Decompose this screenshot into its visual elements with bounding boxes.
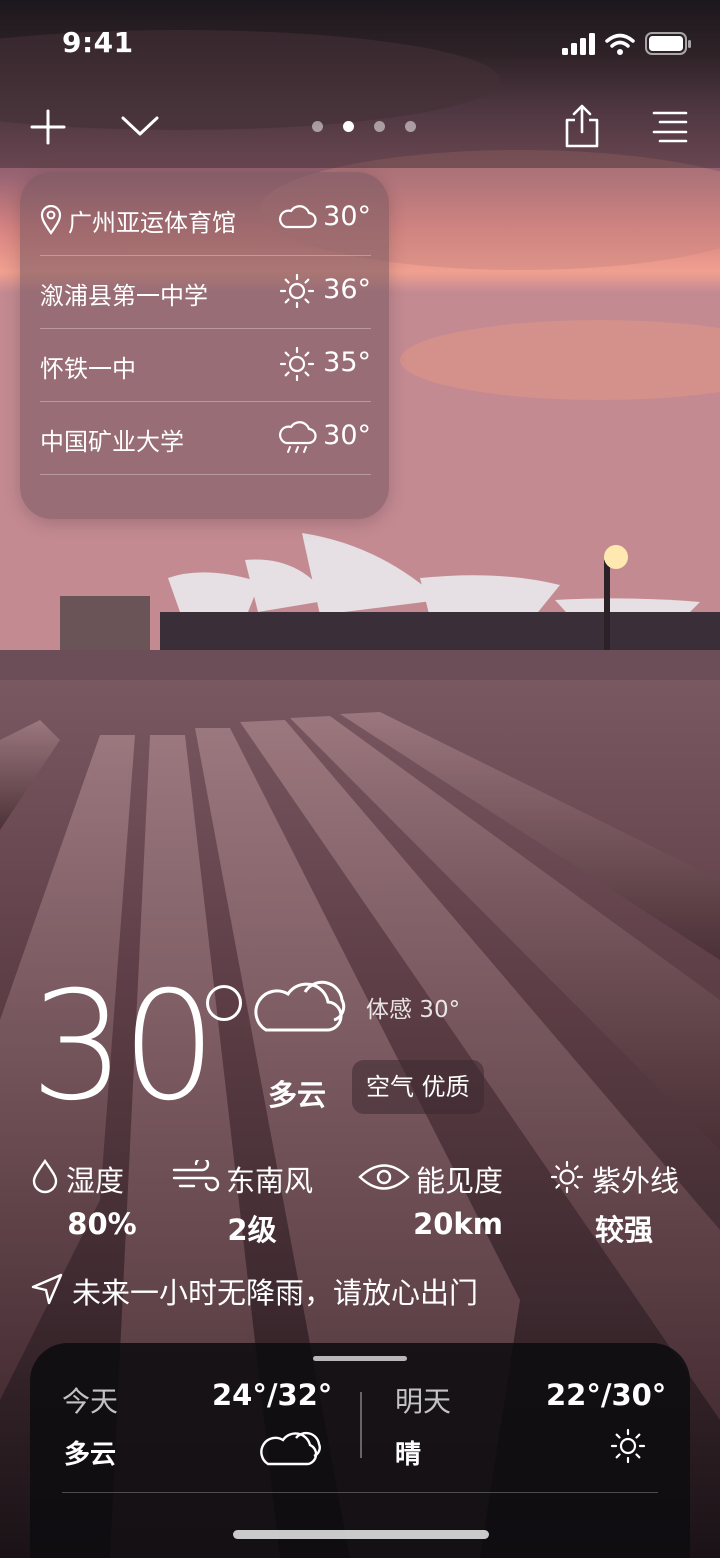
battery-icon [645, 32, 691, 55]
wind-icon [172, 1160, 220, 1192]
location-temp: 36° [323, 274, 371, 305]
cloud-rain-icon [279, 421, 317, 453]
location-row[interactable]: 中国矿业大学 30° [40, 402, 371, 475]
sun-icon [279, 273, 315, 309]
home-indicator[interactable] [233, 1530, 489, 1539]
page-dot-active [343, 121, 354, 132]
page-dot [405, 121, 416, 132]
current-condition: 多云 [268, 1078, 327, 1112]
air-quality-badge[interactable]: 空气 优质 [352, 1060, 484, 1114]
location-name: 中国矿业大学 [40, 428, 184, 456]
sun-icon [610, 1428, 646, 1464]
menu-icon[interactable] [650, 110, 690, 144]
forecast-today-condition: 多云 [64, 1440, 117, 1470]
metric-value-wind: 2级 [227, 1213, 277, 1247]
location-row[interactable]: 怀铁一中 35° [40, 329, 371, 402]
cloud-icon [279, 205, 317, 229]
navigation-arrow-icon [31, 1273, 63, 1305]
drag-handle[interactable] [313, 1356, 407, 1361]
cellular-signal-icon [562, 33, 595, 55]
location-name: 怀铁一中 [40, 355, 136, 383]
top-toolbar [0, 92, 720, 168]
forecast-divider [360, 1392, 362, 1458]
location-name: 广州亚运体育馆 [68, 209, 236, 237]
location-name: 溆浦县第一中学 [40, 282, 208, 310]
cloud-icon [254, 980, 346, 1032]
status-bar: 9:41 [0, 0, 720, 88]
location-temp: 35° [323, 347, 371, 378]
rain-notice[interactable]: 未来一小时无降雨，请放心出门 [72, 1270, 478, 1312]
page-indicator[interactable] [312, 120, 422, 134]
location-pin-icon [40, 205, 62, 235]
forecast-tomorrow-label: 明天 [395, 1385, 452, 1418]
cloud-icon [260, 1431, 321, 1466]
metric-label-visibility: 能见度 [416, 1164, 504, 1198]
uv-sun-icon [550, 1160, 584, 1194]
forecast-separator [62, 1492, 658, 1493]
metric-value-uv: 较强 [594, 1213, 653, 1247]
drop-icon [32, 1158, 58, 1194]
forecast-today-range: 24°/32° [212, 1378, 333, 1412]
wifi-icon [605, 33, 635, 55]
forecast-today-label: 今天 [62, 1385, 119, 1418]
status-time: 9:41 [62, 26, 134, 59]
forecast-tomorrow-range: 22°/30° [546, 1378, 667, 1412]
sun-icon [279, 346, 315, 382]
feels-like: 体感 30° [366, 997, 461, 1023]
location-row[interactable]: 溆浦县第一中学 36° [40, 256, 371, 329]
add-location-icon[interactable] [30, 109, 66, 145]
location-temp: 30° [323, 201, 371, 232]
metric-label-wind: 东南风 [226, 1164, 314, 1198]
metric-label-uv: 紫外线 [592, 1164, 680, 1198]
location-temp: 30° [323, 420, 371, 451]
location-dropdown: 广州亚运体育馆 30° 溆浦县第一中学 36° 怀铁一中 35° 中国矿业大学 [20, 172, 389, 519]
page-dot [374, 121, 385, 132]
share-icon[interactable] [563, 104, 601, 148]
metric-value-humidity: 80% [67, 1207, 137, 1241]
metric-label-humidity: 湿度 [66, 1164, 125, 1198]
current-temperature: 30 [30, 960, 217, 1134]
location-row[interactable]: 广州亚运体育馆 30° [40, 183, 371, 256]
metric-value-visibility: 20km [413, 1207, 503, 1241]
eye-icon [358, 1164, 410, 1190]
degree-symbol [206, 985, 242, 1021]
chevron-down-icon[interactable] [120, 114, 160, 138]
page-dot [312, 121, 323, 132]
forecast-tomorrow-condition: 晴 [395, 1440, 422, 1470]
